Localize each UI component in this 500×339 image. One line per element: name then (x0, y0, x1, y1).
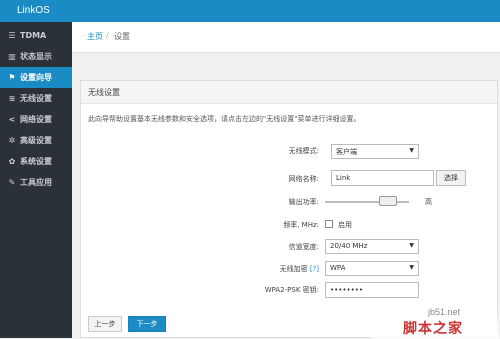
menu-lines-icon: ☰ (8, 31, 16, 40)
caret-down-icon: ▼ (409, 147, 414, 154)
mode-select[interactable]: 客户端 ▼ (331, 144, 419, 159)
breadcrumb: 主页 / 设置 (72, 22, 500, 53)
sidebar-item-network[interactable]: < 网络设置 (0, 109, 72, 130)
psk-input-value: •••••••• (330, 286, 364, 294)
security-label-text: 无线加密 (279, 265, 308, 273)
breadcrumb-current: 设置 (114, 32, 130, 41)
sidebar-item-status[interactable]: ▥ 状态显示 (0, 46, 72, 67)
security-select[interactable]: WPA ▼ (325, 261, 419, 276)
security-select-value: WPA (330, 264, 346, 272)
watermark-logo-text: 脚本之家 (403, 321, 463, 337)
panel-header: 无线设置 (81, 81, 497, 104)
channel-width-select[interactable]: 20/40 MHz ▼ (325, 239, 419, 254)
share-icon: < (8, 115, 16, 124)
sidebar-item-label: 系统设置 (20, 157, 52, 166)
top-bar: LinkOS (0, 0, 500, 22)
panel-intro-text: 此向导帮助设置基本无线参数和安全选项，请点击左边的"无线设置"菜单进行详细设置。 (88, 115, 361, 123)
caret-down-icon: ▼ (409, 242, 414, 249)
next-button[interactable]: 下一步 (128, 316, 166, 332)
bar-chart-icon: ▥ (8, 52, 16, 61)
gear-icon: ✲ (8, 136, 16, 145)
watermark-domain: jb51.net (428, 307, 461, 317)
sidebar-item-label: 设置向导 (20, 73, 52, 82)
psk-label: WPA2-PSK 密钥: (264, 286, 319, 294)
breadcrumb-separator: / (106, 31, 109, 40)
psk-input[interactable]: •••••••• (325, 282, 419, 298)
previous-button[interactable]: 上一步 (88, 316, 122, 332)
sidebar-item-label: 工具应用 (20, 178, 52, 187)
mode-label: 无线模式: (288, 147, 319, 155)
wrench-icon: ✎ (8, 178, 16, 187)
power-label: 输出功率: (288, 198, 319, 206)
panel-title: 无线设置 (88, 88, 120, 97)
sidebar-item-label: 网络设置 (20, 115, 52, 124)
flag-icon: ⚑ (8, 73, 16, 82)
mode-select-value: 客户端 (336, 148, 357, 156)
sidebar-item-system[interactable]: ✿ 系统设置 (0, 151, 72, 172)
frequency-label: 频率, MHz: (283, 221, 319, 229)
sidebar-item-advanced[interactable]: ✲ 高级设置 (0, 130, 72, 151)
sidebar-item-label: 无线设置 (20, 94, 52, 103)
sidebar: ☰ TDMA ▥ 状态显示 ⚑ 设置向导 ≋ 无线设置 < 网络设置 ✲ 高级设… (0, 22, 72, 338)
wireless-settings-panel: 无线设置 此向导帮助设置基本无线参数和安全选项，请点击左边的"无线设置"菜单进行… (80, 80, 499, 339)
sidebar-item-label: TDMA (20, 31, 47, 40)
sidebar-item-tools[interactable]: ✎ 工具应用 (0, 172, 72, 193)
wifi-signal-icon: ≋ (8, 94, 16, 103)
sidebar-item-tdma[interactable]: ☰ TDMA (0, 25, 72, 46)
sidebar-item-label: 状态显示 (20, 52, 52, 61)
channel-width-label: 信道宽度: (288, 243, 319, 251)
ssid-input-value: Link (336, 174, 351, 182)
caret-down-icon: ▼ (409, 264, 414, 271)
sidebar-item-wireless[interactable]: ≋ 无线设置 (0, 88, 72, 109)
power-value-label: 高 (425, 198, 432, 206)
security-label: 无线加密 [?] (199, 264, 319, 274)
frequency-enable-checkbox[interactable] (325, 220, 333, 228)
frequency-enable-label: 启用 (338, 221, 352, 229)
gears-icon: ✿ (8, 157, 16, 166)
select-ssid-button[interactable]: 选择 (436, 170, 466, 186)
app-title: LinkOS (17, 5, 50, 16)
security-help-link[interactable]: [?] (310, 265, 319, 273)
ssid-label: 网络名称: (288, 175, 319, 183)
breadcrumb-home-link[interactable]: 主页 (87, 31, 103, 42)
sidebar-item-label: 高级设置 (20, 136, 52, 145)
power-slider-thumb[interactable] (379, 196, 398, 206)
sidebar-item-setup-wizard[interactable]: ⚑ 设置向导 (0, 67, 72, 88)
ssid-input[interactable]: Link (331, 170, 434, 186)
channel-width-value: 20/40 MHz (330, 242, 368, 250)
